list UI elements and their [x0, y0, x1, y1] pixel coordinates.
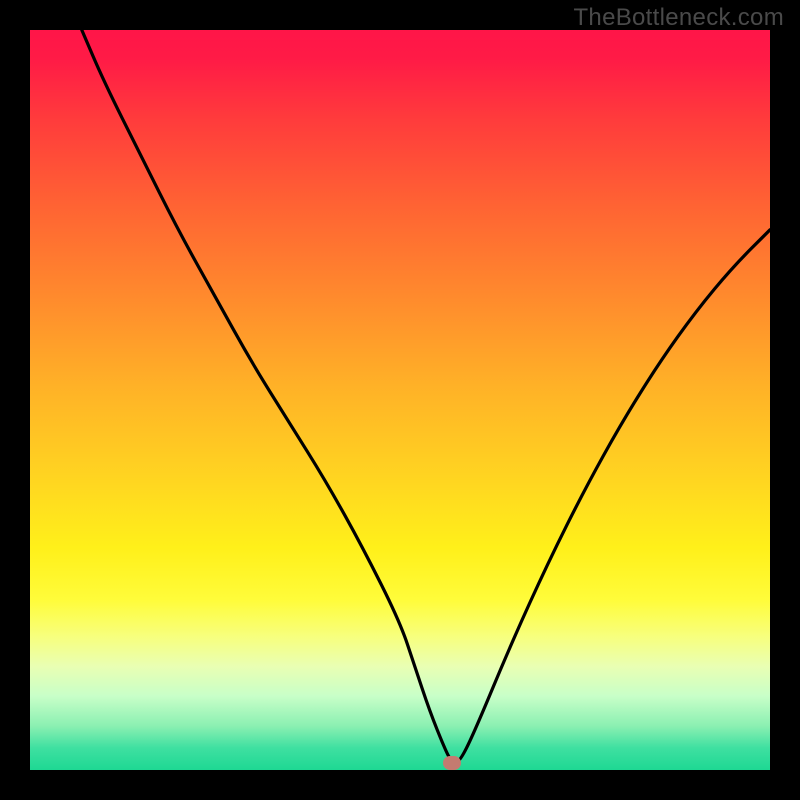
watermark-text: TheBottleneck.com — [573, 4, 784, 32]
curve-svg — [30, 30, 770, 770]
plot-area — [30, 30, 770, 770]
optimal-marker — [443, 756, 461, 770]
bottleneck-curve — [82, 30, 770, 763]
chart-frame: TheBottleneck.com — [0, 0, 800, 800]
